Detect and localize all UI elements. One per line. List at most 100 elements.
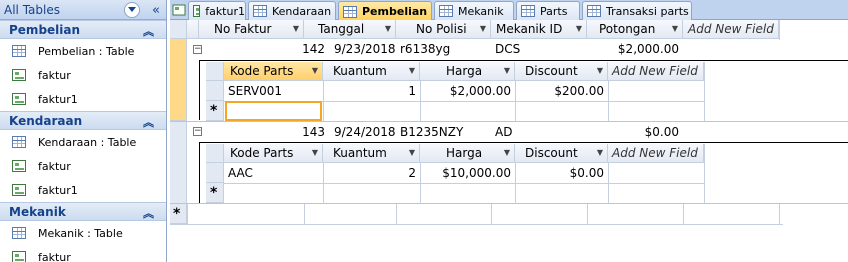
- dropdown-arrow-icon[interactable]: ▼: [597, 66, 603, 75]
- tab-pembelian[interactable]: Pembelian: [338, 1, 432, 21]
- nav-group-kendaraan[interactable]: Kendaraan ︽: [0, 111, 166, 130]
- nav-item-kendaraan-table[interactable]: Kendaraan : Table: [0, 130, 166, 154]
- tab-label: Pembelian: [362, 5, 428, 18]
- cell-potongan[interactable]: $2,000.00: [587, 39, 683, 59]
- sub-add-new-field-header[interactable]: Add New Field: [608, 144, 704, 163]
- cell-kode-parts[interactable]: SERV001: [224, 81, 323, 101]
- cell-no-faktur[interactable]: 142: [199, 39, 329, 59]
- collapse-pane-icon[interactable]: «: [148, 2, 164, 18]
- dropdown-arrow-icon[interactable]: ▼: [312, 148, 318, 157]
- column-header-no-faktur[interactable]: No Faktur ▼: [199, 20, 304, 39]
- grid-line: [420, 163, 421, 203]
- nav-group-mekanik[interactable]: Mekanik ︽: [0, 202, 166, 221]
- column-header-potongan[interactable]: Potongan ▼: [587, 20, 683, 39]
- dropdown-arrow-icon[interactable]: ▼: [597, 148, 603, 157]
- sub-select-all[interactable]: [206, 144, 224, 163]
- nav-item-faktur1[interactable]: faktur1: [0, 87, 166, 111]
- cell-no-polisi[interactable]: B1235NZY: [396, 122, 491, 142]
- column-header-mekanik-id[interactable]: Mekanik ID ▼: [491, 20, 587, 39]
- cell-no-faktur[interactable]: 143: [199, 122, 329, 142]
- nav-item-faktur[interactable]: faktur: [0, 63, 166, 87]
- dropdown-arrow-icon[interactable]: ▼: [312, 66, 318, 75]
- tab-mekanik[interactable]: Mekanik: [434, 1, 514, 20]
- cell-tanggal[interactable]: 9/23/2018: [330, 39, 396, 59]
- cell-discount[interactable]: $200.00: [515, 81, 608, 101]
- tab-menu-icon[interactable]: [172, 3, 186, 17]
- dropdown-arrow-icon[interactable]: ▼: [576, 24, 582, 33]
- chevron-up-icon[interactable]: ︽: [143, 205, 154, 221]
- dropdown-arrow-icon[interactable]: ▼: [480, 24, 486, 33]
- grid-line: [323, 163, 324, 203]
- dropdown-arrow-icon[interactable]: ▼: [672, 24, 678, 33]
- dropdown-arrow-icon[interactable]: ▼: [409, 66, 415, 75]
- sub-column-header-harga[interactable]: Harga ▼: [420, 62, 515, 81]
- tab-faktur1[interactable]: faktur1: [188, 1, 246, 20]
- dropdown-arrow-icon[interactable]: ▼: [504, 148, 510, 157]
- sub-column-header-kuantum[interactable]: Kuantum ▼: [323, 144, 420, 163]
- row-selector[interactable]: [170, 39, 187, 121]
- form-icon: [12, 160, 26, 172]
- chevron-up-icon[interactable]: ︽: [143, 23, 154, 39]
- sub-column-header-harga[interactable]: Harga ▼: [420, 144, 515, 163]
- subdatasheet-frame-top: [199, 60, 848, 61]
- nav-group-label: Mekanik: [9, 204, 66, 219]
- nav-header[interactable]: All Tables «: [0, 0, 166, 20]
- nav-title[interactable]: All Tables: [4, 3, 60, 17]
- sub-select-all[interactable]: [206, 62, 224, 81]
- tab-parts[interactable]: Parts: [516, 1, 580, 20]
- grid-line: [587, 204, 588, 224]
- row-selector[interactable]: [170, 122, 187, 204]
- navigation-pane: All Tables « Pembelian ︽ Pembelian : Tab…: [0, 0, 167, 262]
- sub-column-header-kode-parts[interactable]: Kode Parts ▼: [224, 144, 323, 163]
- column-label: Kuantum: [333, 64, 387, 78]
- cell-kuantum[interactable]: 2: [323, 163, 420, 183]
- sub-column-header-discount[interactable]: Discount ▼: [515, 62, 608, 81]
- chevron-up-icon[interactable]: ︽: [143, 114, 154, 130]
- cell-harga[interactable]: $2,000.00: [420, 81, 515, 101]
- dropdown-arrow-icon[interactable]: ▼: [293, 24, 299, 33]
- nav-item-faktur[interactable]: faktur: [0, 245, 166, 262]
- table-icon: [12, 45, 26, 57]
- nav-item-faktur[interactable]: faktur: [0, 154, 166, 178]
- column-header-no-polisi[interactable]: No Polisi ▼: [396, 20, 491, 39]
- nav-item-pembelian-table[interactable]: Pembelian : Table: [0, 39, 166, 63]
- cell-tanggal[interactable]: 9/24/2018: [330, 122, 396, 142]
- sub-column-header-kuantum[interactable]: Kuantum ▼: [323, 62, 420, 81]
- sub-column-header-kode-parts[interactable]: Kode Parts ▼: [224, 62, 323, 81]
- select-all[interactable]: [170, 20, 187, 39]
- sub-row-selector[interactable]: [206, 81, 224, 101]
- active-new-record-input[interactable]: [225, 101, 322, 121]
- column-label: Kuantum: [333, 146, 387, 160]
- column-label: Discount: [525, 64, 578, 78]
- dropdown-arrow-icon[interactable]: ▼: [409, 148, 415, 157]
- cell-discount[interactable]: $0.00: [515, 163, 608, 183]
- sub-add-new-field-header[interactable]: Add New Field: [608, 62, 704, 81]
- cell-harga[interactable]: $10,000.00: [420, 163, 515, 183]
- tab-kendaraan[interactable]: Kendaraan: [248, 1, 336, 20]
- sub-row-selector[interactable]: [206, 163, 224, 183]
- cell-kode-parts[interactable]: AAC: [224, 163, 323, 183]
- cell-mekanik-id[interactable]: AD: [491, 122, 587, 142]
- nav-group-pembelian[interactable]: Pembelian ︽: [0, 20, 166, 39]
- add-new-field-header[interactable]: Add New Field: [683, 20, 779, 39]
- cell-mekanik-id[interactable]: DCS: [491, 39, 587, 59]
- tab-transaksi-parts[interactable]: Transaksi parts: [582, 1, 692, 20]
- dropdown-arrow-icon[interactable]: ▼: [504, 66, 510, 75]
- column-label: Add New Field: [612, 64, 698, 78]
- dropdown-arrow-icon[interactable]: ▼: [385, 24, 391, 33]
- column-header-tanggal[interactable]: Tanggal ▼: [304, 20, 396, 39]
- cell-kuantum[interactable]: 1: [323, 81, 420, 101]
- grid-line: [323, 81, 324, 121]
- nav-dropdown-icon[interactable]: [124, 2, 140, 18]
- sub-column-header-discount[interactable]: Discount ▼: [515, 144, 608, 163]
- column-label: Potongan: [599, 22, 656, 36]
- subdatasheet-frame-top: [199, 142, 848, 143]
- cell-potongan[interactable]: $0.00: [587, 122, 683, 142]
- nav-item-faktur1[interactable]: faktur1: [0, 178, 166, 202]
- grid-line: [515, 81, 516, 121]
- table-icon: [439, 5, 453, 17]
- nav-item-label: faktur: [38, 68, 71, 82]
- nav-item-mekanik-table[interactable]: Mekanik : Table: [0, 221, 166, 245]
- grid-line: [608, 81, 609, 121]
- cell-no-polisi[interactable]: r6138yg: [396, 39, 491, 59]
